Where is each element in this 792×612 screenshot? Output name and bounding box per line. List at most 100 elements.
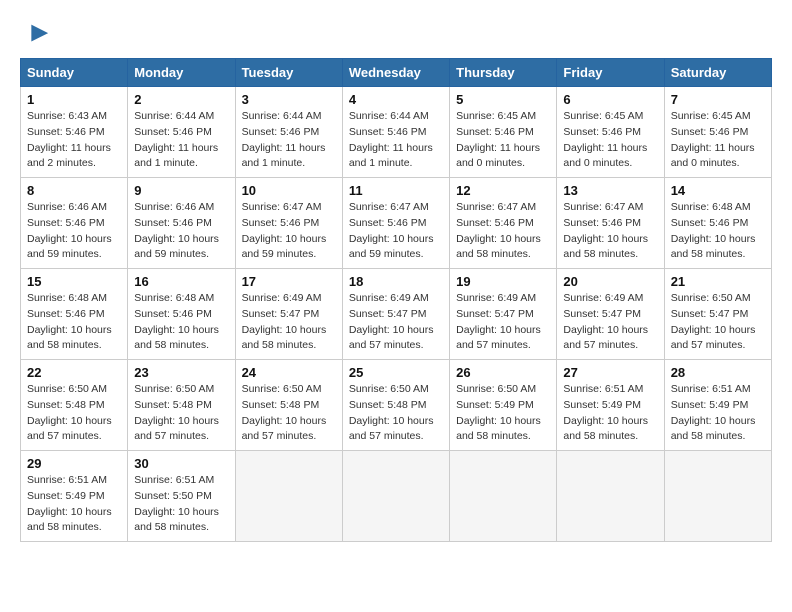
day-info: Sunrise: 6:51 AMSunset: 5:49 PMDaylight:… (671, 382, 765, 445)
calendar-cell: 2 Sunrise: 6:44 AMSunset: 5:46 PMDaylight… (128, 87, 235, 178)
calendar-cell (664, 451, 771, 542)
day-info: Sunrise: 6:48 AMSunset: 5:46 PMDaylight:… (134, 291, 228, 354)
day-number: 3 (242, 92, 336, 107)
day-info: Sunrise: 6:51 AMSunset: 5:50 PMDaylight:… (134, 473, 228, 536)
calendar-cell: 21 Sunrise: 6:50 AMSunset: 5:47 PMDayligh… (664, 269, 771, 360)
weekday-header-saturday: Saturday (664, 59, 771, 87)
calendar-cell (557, 451, 664, 542)
day-info: Sunrise: 6:47 AMSunset: 5:46 PMDaylight:… (349, 200, 443, 263)
day-number: 21 (671, 274, 765, 289)
week-row-4: 22 Sunrise: 6:50 AMSunset: 5:48 PMDayligh… (21, 360, 772, 451)
day-number: 26 (456, 365, 550, 380)
day-info: Sunrise: 6:46 AMSunset: 5:46 PMDaylight:… (134, 200, 228, 263)
calendar-cell: 5Sunrise: 6:45 AMSunset: 5:46 PMDaylight… (450, 87, 557, 178)
day-info: Sunrise: 6:47 AMSunset: 5:46 PMDaylight:… (456, 200, 550, 263)
day-info: Sunrise: 6:50 AMSunset: 5:48 PMDaylight:… (134, 382, 228, 445)
calendar-cell: 22 Sunrise: 6:50 AMSunset: 5:48 PMDayligh… (21, 360, 128, 451)
day-number: 11 (349, 183, 443, 198)
day-info: Sunrise: 6:49 AMSunset: 5:47 PMDaylight:… (349, 291, 443, 354)
day-info: Sunrise: 6:47 AMSunset: 5:46 PMDaylight:… (563, 200, 657, 263)
calendar-cell: 23 Sunrise: 6:50 AMSunset: 5:48 PMDayligh… (128, 360, 235, 451)
day-number: 16 (134, 274, 228, 289)
day-info: Sunrise: 6:49 AMSunset: 5:47 PMDaylight:… (456, 291, 550, 354)
day-info: Sunrise: 6:50 AMSunset: 5:48 PMDaylight:… (349, 382, 443, 445)
calendar-cell: 3Sunrise: 6:44 AMSunset: 5:46 PMDaylight… (235, 87, 342, 178)
day-info: Sunrise: 6:50 AMSunset: 5:48 PMDaylight:… (242, 382, 336, 445)
logo (20, 20, 50, 48)
calendar-cell: 14 Sunrise: 6:48 AMSunset: 5:46 PMDayligh… (664, 178, 771, 269)
calendar-cell: 30 Sunrise: 6:51 AMSunset: 5:50 PMDayligh… (128, 451, 235, 542)
calendar-cell: 1 Sunrise: 6:43 AMSunset: 5:46 PMDaylight… (21, 87, 128, 178)
calendar-cell: 19 Sunrise: 6:49 AMSunset: 5:47 PMDayligh… (450, 269, 557, 360)
calendar-cell: 8 Sunrise: 6:46 AMSunset: 5:46 PMDaylight… (21, 178, 128, 269)
day-number: 24 (242, 365, 336, 380)
calendar-cell: 7Sunrise: 6:45 AMSunset: 5:46 PMDaylight… (664, 87, 771, 178)
day-number: 7 (671, 92, 765, 107)
day-number: 25 (349, 365, 443, 380)
calendar-cell: 17 Sunrise: 6:49 AMSunset: 5:47 PMDayligh… (235, 269, 342, 360)
day-number: 13 (563, 183, 657, 198)
day-number: 9 (134, 183, 228, 198)
day-number: 2 (134, 92, 228, 107)
day-info: Sunrise: 6:48 AMSunset: 5:46 PMDaylight:… (671, 200, 765, 263)
day-number: 30 (134, 456, 228, 471)
day-info: Sunrise: 6:50 AMSunset: 5:48 PMDaylight:… (27, 382, 121, 445)
weekday-header-friday: Friday (557, 59, 664, 87)
day-info: Sunrise: 6:44 AMSunset: 5:46 PMDaylight:… (134, 109, 228, 172)
calendar-cell: 18Sunrise: 6:49 AMSunset: 5:47 PMDayligh… (342, 269, 449, 360)
day-number: 22 (27, 365, 121, 380)
day-number: 28 (671, 365, 765, 380)
day-number: 19 (456, 274, 550, 289)
calendar-cell (342, 451, 449, 542)
calendar-header: SundayMondayTuesdayWednesdayThursdayFrid… (21, 59, 772, 87)
calendar-cell: 24 Sunrise: 6:50 AMSunset: 5:48 PMDayligh… (235, 360, 342, 451)
calendar-cell: 25 Sunrise: 6:50 AMSunset: 5:48 PMDayligh… (342, 360, 449, 451)
calendar-cell (450, 451, 557, 542)
weekday-header-monday: Monday (128, 59, 235, 87)
calendar-cell: 10 Sunrise: 6:47 AMSunset: 5:46 PMDayligh… (235, 178, 342, 269)
day-number: 8 (27, 183, 121, 198)
day-info: Sunrise: 6:47 AMSunset: 5:46 PMDaylight:… (242, 200, 336, 263)
week-row-1: 1 Sunrise: 6:43 AMSunset: 5:46 PMDaylight… (21, 87, 772, 178)
logo-icon (22, 20, 50, 48)
weekday-header-tuesday: Tuesday (235, 59, 342, 87)
day-number: 29 (27, 456, 121, 471)
calendar-cell: 11 Sunrise: 6:47 AMSunset: 5:46 PMDayligh… (342, 178, 449, 269)
calendar-cell: 29 Sunrise: 6:51 AMSunset: 5:49 PMDayligh… (21, 451, 128, 542)
day-number: 4 (349, 92, 443, 107)
week-row-2: 8 Sunrise: 6:46 AMSunset: 5:46 PMDaylight… (21, 178, 772, 269)
day-info: Sunrise: 6:50 AMSunset: 5:47 PMDaylight:… (671, 291, 765, 354)
calendar-cell: 15Sunrise: 6:48 AMSunset: 5:46 PMDayligh… (21, 269, 128, 360)
day-number: 12 (456, 183, 550, 198)
week-row-5: 29 Sunrise: 6:51 AMSunset: 5:49 PMDayligh… (21, 451, 772, 542)
day-info: Sunrise: 6:49 AMSunset: 5:47 PMDaylight:… (563, 291, 657, 354)
day-info: Sunrise: 6:50 AMSunset: 5:49 PMDaylight:… (456, 382, 550, 445)
day-number: 27 (563, 365, 657, 380)
calendar-cell: 20Sunrise: 6:49 AMSunset: 5:47 PMDayligh… (557, 269, 664, 360)
day-number: 23 (134, 365, 228, 380)
calendar-cell: 13 Sunrise: 6:47 AMSunset: 5:46 PMDayligh… (557, 178, 664, 269)
day-number: 6 (563, 92, 657, 107)
calendar-table: SundayMondayTuesdayWednesdayThursdayFrid… (20, 58, 772, 542)
header (20, 20, 772, 48)
day-info: Sunrise: 6:48 AMSunset: 5:46 PMDaylight:… (27, 291, 121, 354)
calendar-cell: 26 Sunrise: 6:50 AMSunset: 5:49 PMDayligh… (450, 360, 557, 451)
day-info: Sunrise: 6:49 AMSunset: 5:47 PMDaylight:… (242, 291, 336, 354)
day-info: Sunrise: 6:51 AMSunset: 5:49 PMDaylight:… (563, 382, 657, 445)
day-info: Sunrise: 6:43 AMSunset: 5:46 PMDaylight:… (27, 109, 121, 172)
day-info: Sunrise: 6:46 AMSunset: 5:46 PMDaylight:… (27, 200, 121, 263)
day-number: 10 (242, 183, 336, 198)
day-info: Sunrise: 6:44 AMSunset: 5:46 PMDaylight:… (349, 109, 443, 172)
calendar-cell (235, 451, 342, 542)
calendar-cell: 28 Sunrise: 6:51 AMSunset: 5:49 PMDayligh… (664, 360, 771, 451)
day-number: 1 (27, 92, 121, 107)
day-number: 17 (242, 274, 336, 289)
day-number: 14 (671, 183, 765, 198)
weekday-header-sunday: Sunday (21, 59, 128, 87)
day-info: Sunrise: 6:51 AMSunset: 5:49 PMDaylight:… (27, 473, 121, 536)
day-number: 5 (456, 92, 550, 107)
calendar-cell: 9 Sunrise: 6:46 AMSunset: 5:46 PMDaylight… (128, 178, 235, 269)
calendar-cell: 4 Sunrise: 6:44 AMSunset: 5:46 PMDaylight… (342, 87, 449, 178)
weekday-header-wednesday: Wednesday (342, 59, 449, 87)
weekday-header-thursday: Thursday (450, 59, 557, 87)
